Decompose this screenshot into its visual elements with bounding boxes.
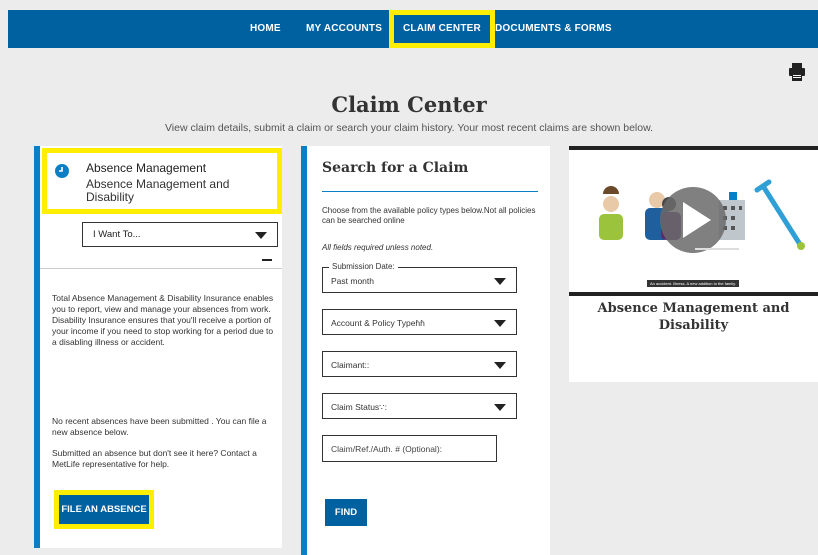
print-icon[interactable]: [789, 63, 805, 81]
absence-description: Total Absence Management & Disability In…: [52, 293, 274, 347]
video-thumbnail-illustration: [599, 179, 805, 253]
top-navigation: HOME MY ACCOUNTS CLAIM CENTER DOCUMENTS …: [8, 10, 818, 48]
video-caption: An accident. Illness. A new addition to …: [647, 280, 739, 287]
submission-date-select[interactable]: Submission Date: Past month: [322, 262, 517, 293]
search-claim-card: Search for a Claim Choose from the avail…: [301, 146, 550, 555]
file-absence-highlight: FILE AN ABSENCE: [54, 490, 154, 529]
nav-claim-center[interactable]: CLAIM CENTER: [389, 10, 495, 48]
chevron-down-icon: [494, 320, 506, 327]
nav-home[interactable]: HOME: [250, 10, 281, 48]
i-want-to-dropdown[interactable]: I Want To...: [82, 222, 278, 247]
chevron-down-icon: [494, 278, 506, 285]
i-want-to-label: I Want To...: [93, 229, 141, 240]
required-fields-note: All fields required unless noted.: [322, 243, 434, 252]
video-title: Absence Management and Disability: [597, 301, 790, 333]
nav-my-accounts[interactable]: MY ACCOUNTS: [306, 10, 382, 48]
search-intro-text: Choose from the available policy types b…: [322, 206, 536, 225]
collapse-icon[interactable]: [262, 259, 272, 261]
claimant-value: Claimant::: [331, 360, 370, 370]
nav-documents-forms[interactable]: DOCUMENTS & FORMS: [495, 10, 612, 48]
page-subtitle: View claim details, submit a claim or se…: [164, 122, 654, 134]
find-button[interactable]: FIND: [325, 499, 367, 526]
contact-representative-text: Submitted an absence but don't see it he…: [52, 448, 257, 469]
account-policy-value: Account & Policy Typeɦɦ: [331, 318, 425, 328]
divider: [40, 268, 282, 269]
no-recent-absences-text: No recent absences have been submitted .…: [52, 416, 267, 437]
submission-date-value: Past month: [331, 276, 374, 286]
search-claim-title: Search for a Claim: [322, 160, 469, 176]
video-player[interactable]: An accident. Illness. A new addition to …: [569, 146, 818, 296]
absence-management-subtitle: Absence Management and Disability: [86, 177, 230, 204]
page-title: Claim Center: [331, 92, 487, 117]
video-card: An accident. Illness. A new addition to …: [569, 146, 818, 382]
chevron-down-icon: [494, 362, 506, 369]
account-policy-select[interactable]: Account & Policy Typeɦɦ: [322, 309, 517, 335]
absence-management-card: Absence Management Absence Management an…: [34, 146, 282, 548]
absence-management-title: Absence Management: [86, 161, 207, 175]
claim-status-select[interactable]: Claim Status∵:: [322, 393, 517, 419]
file-absence-button[interactable]: FILE AN ABSENCE: [59, 495, 149, 524]
title-underline: [322, 191, 538, 192]
submission-date-label: Submission Date:: [329, 262, 398, 271]
chevron-down-icon: [255, 232, 267, 239]
clock-icon: [55, 163, 69, 178]
claimant-select[interactable]: Claimant::: [322, 351, 517, 377]
claim-ref-input[interactable]: [322, 435, 497, 462]
absence-management-header[interactable]: Absence Management Absence Management an…: [42, 148, 282, 214]
chevron-down-icon: [494, 404, 506, 411]
claim-status-value: Claim Status∵:: [331, 402, 387, 412]
